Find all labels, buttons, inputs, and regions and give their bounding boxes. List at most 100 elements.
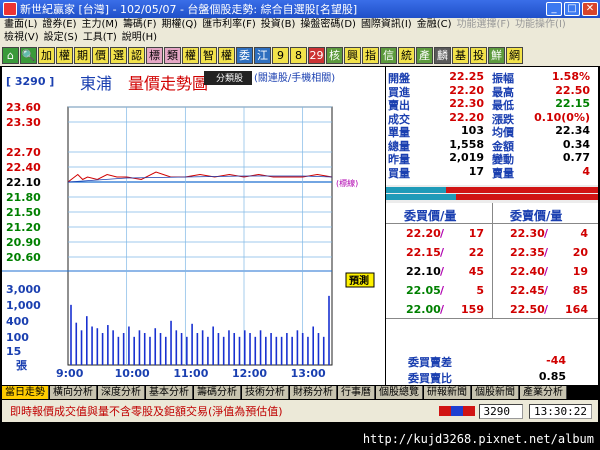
category-popup-label: 分類股 (216, 73, 243, 84)
toolbar-button[interactable]: 網 (506, 46, 523, 64)
menu-item[interactable]: 功能操作(I) (515, 18, 566, 31)
toolbar-button[interactable]: 權 (56, 46, 73, 64)
maximize-button[interactable]: □ (564, 2, 580, 16)
price-volume-chart[interactable]: [ 3290 ] 東浦 量價走勢圖 分類股 (關連股/手機相關) 23.60 23.30 22… (2, 67, 385, 385)
menu-row-1: 畫面(L) 證券(E) 主力(M) 籌碼(F) 期權(Q) 匯市利率(F) 投資(B) 操盤密… (0, 18, 600, 31)
volume-tick-label: 1,000 (6, 299, 41, 312)
menu-item[interactable]: 金融(C) (417, 18, 452, 31)
bid-header: 委買價/量 (404, 209, 457, 223)
ask-price[interactable]: 22.30 (510, 227, 545, 240)
toolbar-button[interactable]: 委 (236, 46, 253, 64)
time-tick-label: 9:00 (56, 367, 84, 380)
quote-value: 0.10(0%) (534, 110, 590, 124)
toolbar-button[interactable]: 8 (290, 46, 307, 64)
bid-price[interactable]: 22.00 (406, 303, 441, 316)
menu-item[interactable]: 證券(E) (42, 18, 76, 31)
menu-item[interactable]: 畫面(L) (4, 18, 37, 31)
home-icon[interactable]: ⌂ (2, 46, 19, 64)
toolbar-button[interactable]: 權 (218, 46, 235, 64)
ask-price[interactable]: 22.50 (510, 303, 545, 316)
quote-value: 103 (461, 124, 484, 137)
toolbar-button[interactable]: 統 (398, 46, 415, 64)
analysis-tab[interactable]: 個股總覽 (376, 386, 423, 399)
ask-price[interactable]: 22.45 (510, 284, 545, 297)
toolbar-button[interactable]: 29 (308, 46, 325, 64)
analysis-tab[interactable]: 當日走勢 (2, 386, 49, 399)
toolbar-button[interactable]: 核 (326, 46, 343, 64)
menu-item[interactable]: 國際資訊(I) (361, 18, 412, 31)
menu-item[interactable]: 檢視(V) (4, 31, 39, 44)
toolbar-button[interactable]: 價 (92, 46, 109, 64)
menu-item[interactable]: 主力(M) (82, 18, 118, 31)
toolbar-button[interactable]: 期 (74, 46, 91, 64)
toolbar-button[interactable]: 類 (164, 46, 181, 64)
bid-separator: / (440, 227, 445, 240)
analysis-tab[interactable]: 行事曆 (338, 386, 375, 399)
quote-value: 22.30 (449, 97, 484, 110)
quote-value: 0.34 (562, 137, 590, 151)
quote-value: 22.25 (449, 70, 484, 83)
quote-value: 17 (468, 164, 484, 178)
quote-row: 均價 22.34 (492, 124, 596, 139)
menu-item[interactable]: 匯市利率(F) (202, 18, 256, 31)
menu-item[interactable]: 設定(S) (44, 31, 78, 44)
analysis-tab[interactable]: 產業分析 (520, 386, 567, 399)
bid-qty: 5 (476, 284, 484, 297)
analysis-tab[interactable]: 個股新聞 (472, 386, 519, 399)
analysis-tab[interactable]: 技術分析 (242, 386, 289, 399)
window-title: 新世紀贏家 [台灣] - 102/05/07 - 台盤個股走勢: 綜合自選股[名… (20, 3, 358, 16)
analysis-tab[interactable]: 橫向分析 (50, 386, 97, 399)
toolbar-button[interactable]: 標 (146, 46, 163, 64)
toolbar-button[interactable]: 產 (416, 46, 433, 64)
bid-ask-strength-bar (386, 185, 598, 203)
toolbar-button[interactable]: 投 (470, 46, 487, 64)
toolbar-button[interactable]: 興 (344, 46, 361, 64)
search-icon[interactable]: 🔍 (20, 46, 37, 64)
analysis-tab[interactable]: 基本分析 (146, 386, 193, 399)
bid-price[interactable]: 22.15 (406, 246, 441, 259)
chart-title: 量價走勢圖 (128, 74, 208, 93)
toolbar-button[interactable]: 指 (362, 46, 379, 64)
stock-code: [ 3290 ] (6, 75, 54, 88)
analysis-tab[interactable]: 深度分析 (98, 386, 145, 399)
toolbar-button[interactable]: 權 (182, 46, 199, 64)
menu-item[interactable]: 操盤密碼(D) (300, 18, 356, 31)
quote-row: 單量 103 (388, 124, 492, 139)
ask-separator: / (544, 303, 549, 316)
menu-item[interactable]: 期權(Q) (162, 18, 198, 31)
bid-price[interactable]: 22.05 (406, 284, 441, 297)
toolbar-button[interactable]: 麟 (434, 46, 451, 64)
menu-item[interactable]: 說明(H) (122, 31, 157, 44)
toolbar-button[interactable]: 智 (200, 46, 217, 64)
menu-item[interactable]: 籌碼(F) (123, 18, 157, 31)
bid-qty: 17 (468, 227, 484, 240)
analysis-tabs: 當日走勢 橫向分析 深度分析 基本分析 籌碼分析 技術分析 財務分析 行事曆 個股總覽 研報新聞個… (2, 386, 598, 399)
ask-price[interactable]: 22.35 (510, 246, 545, 259)
toolbar-button[interactable]: 江 (254, 46, 271, 64)
menu-item[interactable]: 工具(T) (83, 31, 117, 44)
toolbar-button[interactable]: 加 (38, 46, 55, 64)
related-stocks-link[interactable]: (關連股/手機相關) (254, 71, 335, 84)
quote-value: 1,558 (449, 137, 484, 151)
toolbar-button[interactable]: 9 (272, 46, 289, 64)
analysis-tab[interactable]: 研報新聞 (424, 386, 471, 399)
menu-item[interactable]: 功能選擇(F) (457, 18, 511, 31)
toolbar-button[interactable]: 信 (380, 46, 397, 64)
bid-price[interactable]: 22.20 (406, 227, 441, 240)
minimize-button[interactable]: _ (546, 2, 562, 16)
volume-tick-label: 400 (6, 315, 29, 328)
quote-value: 1.58% (551, 70, 590, 83)
analysis-tab[interactable]: 財務分析 (290, 386, 337, 399)
toolbar-button[interactable]: 認 (128, 46, 145, 64)
toolbar-button[interactable]: 基 (452, 46, 469, 64)
bid-price[interactable]: 22.10 (406, 265, 441, 278)
ask-price[interactable]: 22.40 (510, 265, 545, 278)
toolbar-button[interactable]: 選 (110, 46, 127, 64)
toolbar-button[interactable]: 鮮 (488, 46, 505, 64)
volume-tick-label: 15 (6, 345, 21, 358)
analysis-tab[interactable]: 籌碼分析 (194, 386, 241, 399)
bid-qty: 22 (468, 246, 484, 259)
menu-item[interactable]: 投資(B) (261, 18, 296, 31)
app-icon (3, 2, 17, 16)
close-button[interactable]: ✕ (582, 2, 598, 16)
